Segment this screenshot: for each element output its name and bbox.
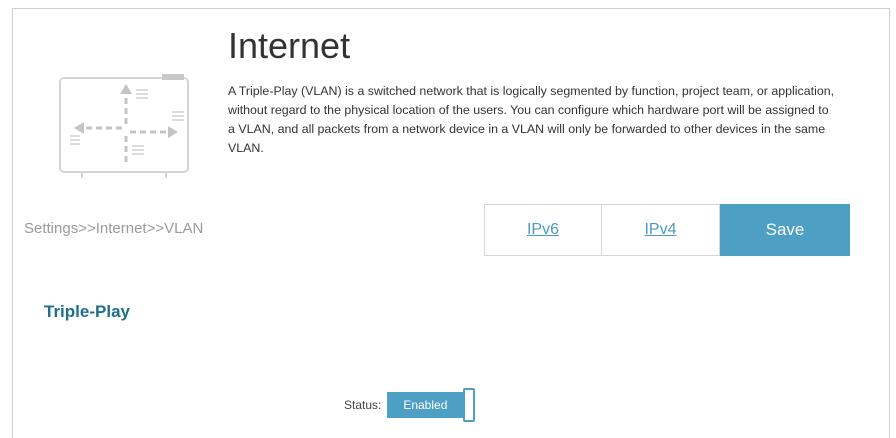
action-bar: IPv6 IPv4 Save — [484, 204, 850, 256]
ipv6-link-button[interactable]: IPv6 — [484, 204, 602, 256]
status-toggle-knob[interactable] — [463, 388, 476, 422]
page-title: Internet — [228, 25, 351, 66]
section-title-triple-play: Triple-Play — [44, 302, 130, 321]
breadcrumb: Settings>>Internet>>VLAN — [24, 220, 204, 237]
page-description: A Triple-Play (VLAN) is a switched netwo… — [228, 84, 835, 155]
status-toggle-value: Enabled — [387, 392, 464, 418]
status-label: Status: — [344, 398, 382, 412]
status-row: Status: Enabled — [344, 388, 479, 422]
status-toggle[interactable]: Enabled — [387, 388, 479, 422]
router-network-illustration-icon — [52, 72, 200, 182]
ipv4-link-button[interactable]: IPv4 — [602, 204, 720, 256]
save-button[interactable]: Save — [720, 204, 850, 256]
